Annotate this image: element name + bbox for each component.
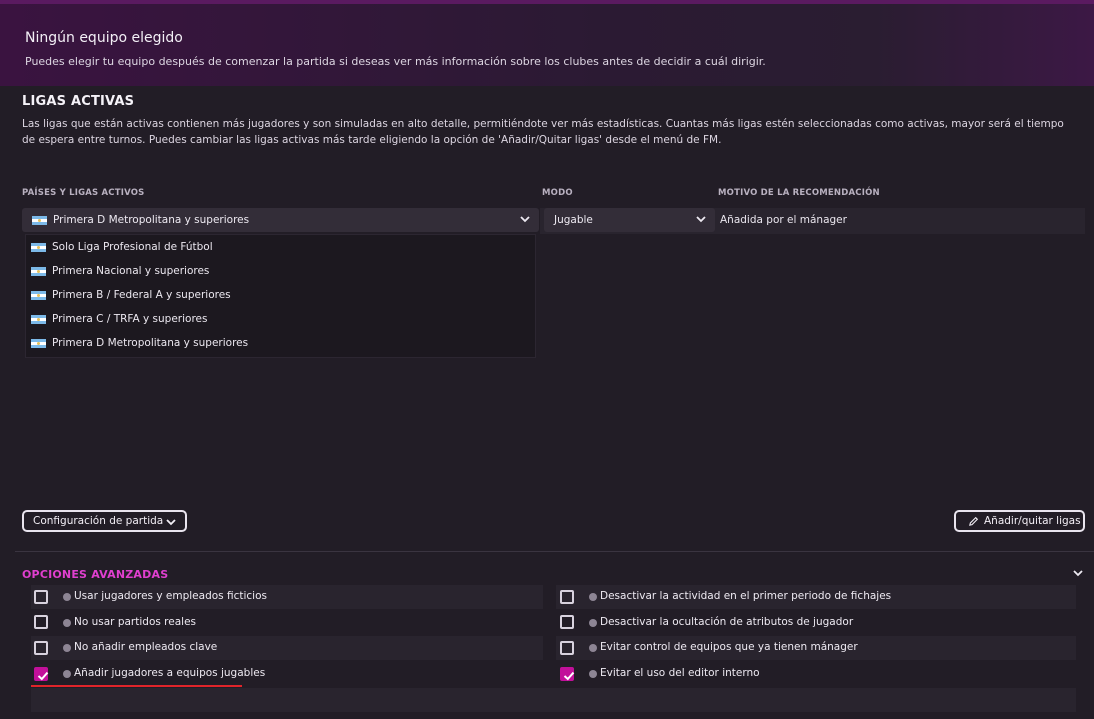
checkmark-icon xyxy=(37,671,49,681)
option-label: Usar jugadores y empleados ficticios xyxy=(74,590,267,602)
option-label: Evitar el uso del editor interno xyxy=(600,667,760,679)
column-header-reason: MOTIVO DE LA RECOMENDACIÓN xyxy=(718,188,880,198)
checkbox-prevent-in-game-editor[interactable] xyxy=(560,667,575,681)
checkbox-fictional-players[interactable] xyxy=(34,590,48,604)
dropdown-option-label: Primera D Metropolitana y superiores xyxy=(52,337,249,349)
section-divider xyxy=(15,551,1094,552)
advanced-options-title: OPCIONES AVANZADAS xyxy=(22,568,169,581)
mode-select-value: Jugable xyxy=(554,214,593,226)
dropdown-option[interactable]: Primera D Metropolitana y superiores xyxy=(26,331,535,355)
option-row xyxy=(31,688,1076,712)
option-label: No usar partidos reales xyxy=(74,616,197,628)
checkbox-add-players-to-playable-teams[interactable] xyxy=(34,667,49,681)
info-icon xyxy=(63,593,71,601)
argentina-flag-icon xyxy=(31,290,46,300)
chevron-down-icon xyxy=(696,216,706,223)
dropdown-option-label: Primera Nacional y superiores xyxy=(52,265,210,277)
game-config-label: Configuración de partida xyxy=(33,515,164,527)
argentina-flag-icon xyxy=(31,266,46,276)
checkbox-prevent-managed-teams[interactable] xyxy=(560,641,574,655)
info-icon xyxy=(589,593,597,601)
option-label: Desactivar la ocultación de atributos de… xyxy=(600,616,854,628)
option-label: Añadir jugadores a equipos jugables xyxy=(74,667,266,679)
info-icon xyxy=(63,619,71,627)
active-leagues-title: LIGAS ACTIVAS xyxy=(22,94,135,109)
add-remove-leagues-label: Añadir/quitar ligas xyxy=(984,515,1081,527)
dropdown-option-label: Primera B / Federal A y superiores xyxy=(52,289,231,301)
dropdown-option[interactable]: Solo Liga Profesional de Fútbol xyxy=(26,235,535,259)
info-icon xyxy=(589,670,597,678)
league-dropdown-list: Solo Liga Profesional de Fútbol Primera … xyxy=(25,234,536,358)
option-label: No añadir empleados clave xyxy=(74,641,218,653)
league-select-value: Primera D Metropolitana y superiores xyxy=(53,214,250,226)
chevron-down-icon xyxy=(166,519,176,526)
recommendation-reason: Añadida por el mánager xyxy=(720,214,847,226)
argentina-flag-icon xyxy=(32,215,47,225)
game-config-button[interactable]: Configuración de partida xyxy=(22,510,187,532)
argentina-flag-icon xyxy=(31,242,46,252)
highlight-underline xyxy=(31,685,242,687)
header-banner: Ningún equipo elegido Puedes elegir tu e… xyxy=(0,0,1094,86)
info-icon xyxy=(63,644,71,652)
dropdown-option[interactable]: Primera Nacional y superiores xyxy=(26,259,535,283)
pencil-icon xyxy=(969,516,979,526)
checkbox-no-key-staff[interactable] xyxy=(34,641,48,655)
column-header-mode: MODO xyxy=(542,188,573,198)
dropdown-option-label: Solo Liga Profesional de Fútbol xyxy=(52,241,213,253)
option-label: Evitar control de equipos que ya tienen … xyxy=(600,641,858,653)
checkbox-no-real-matches[interactable] xyxy=(34,615,48,629)
argentina-flag-icon xyxy=(31,338,46,348)
page-title: Ningún equipo elegido xyxy=(25,30,183,46)
info-icon xyxy=(63,670,71,678)
info-icon xyxy=(589,644,597,652)
collapse-chevron-icon[interactable] xyxy=(1072,567,1084,579)
info-icon xyxy=(589,619,597,627)
add-remove-leagues-button[interactable]: Añadir/quitar ligas xyxy=(954,510,1085,532)
column-header-countries: PAÍSES Y LIGAS ACTIVOS xyxy=(22,188,145,198)
mode-select[interactable]: Jugable xyxy=(544,208,715,232)
active-leagues-description: Las ligas que están activas contienen má… xyxy=(22,118,1064,146)
checkmark-icon xyxy=(563,671,575,681)
argentina-flag-icon xyxy=(31,314,46,324)
checkbox-disable-attribute-masking[interactable] xyxy=(560,615,574,629)
chevron-down-icon xyxy=(520,216,530,223)
page-subtitle: Puedes elegir tu equipo después de comen… xyxy=(25,55,766,68)
option-label: Desactivar la actividad en el primer per… xyxy=(600,590,892,602)
checkbox-disable-first-transfer-window[interactable] xyxy=(560,590,574,604)
dropdown-option[interactable]: Primera B / Federal A y superiores xyxy=(26,283,535,307)
dropdown-option-label: Primera C / TRFA y superiores xyxy=(52,313,208,325)
dropdown-option[interactable]: Primera C / TRFA y superiores xyxy=(26,307,535,331)
league-select[interactable]: Primera D Metropolitana y superiores xyxy=(22,208,539,232)
